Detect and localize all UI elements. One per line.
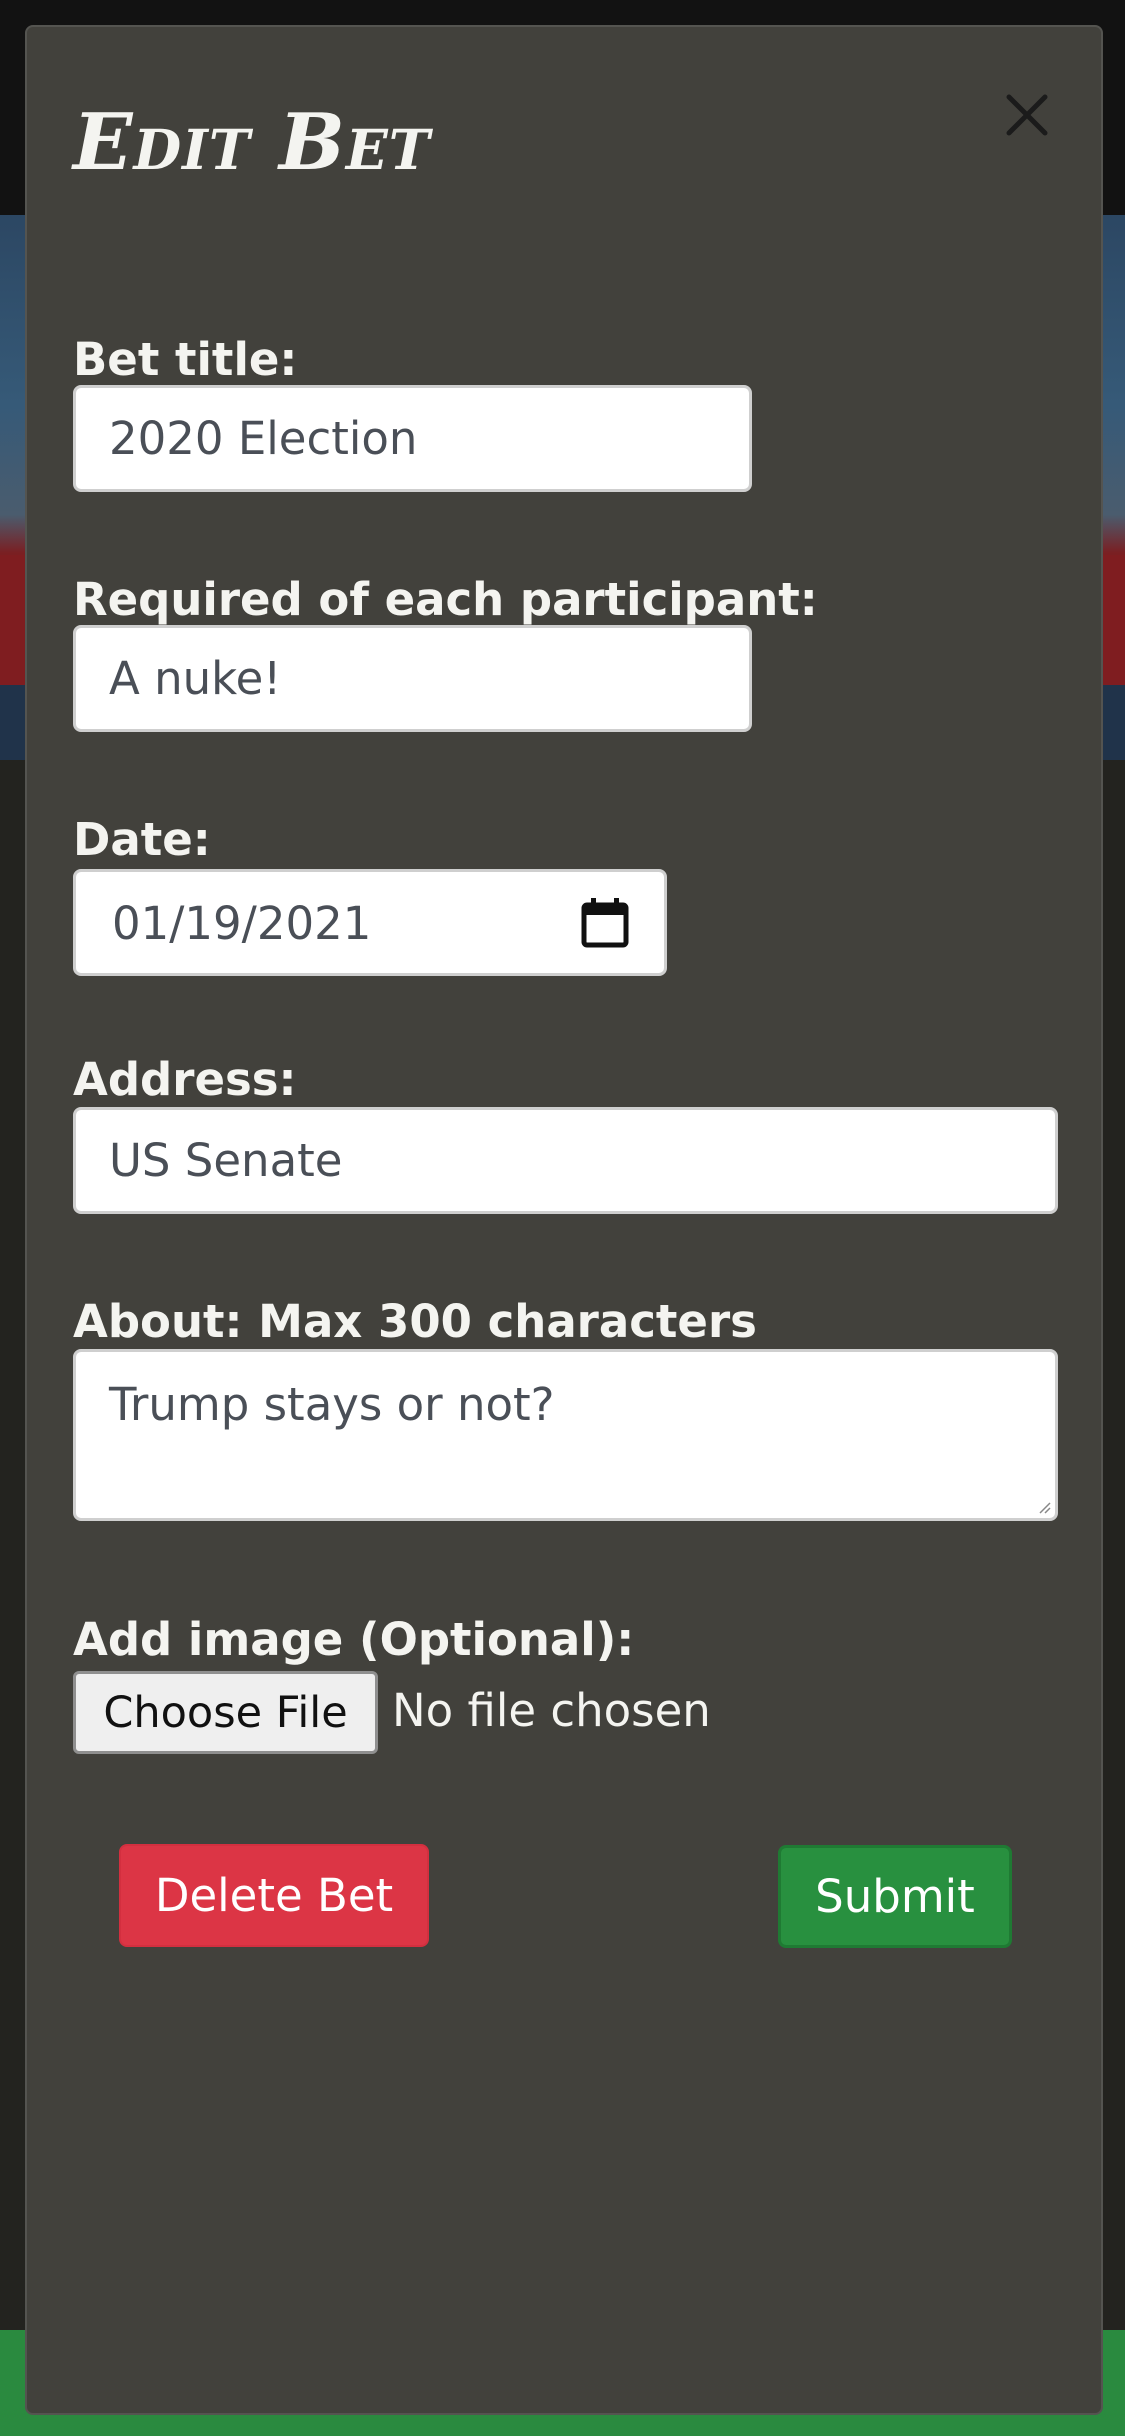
date-input[interactable]: 01/19/2021 [73,869,667,976]
address-input[interactable] [73,1107,1058,1214]
close-button[interactable] [999,87,1055,143]
choose-file-button[interactable]: Choose File [73,1671,378,1754]
address-label: Address: [73,1053,297,1106]
add-image-label: Add image (Optional): [73,1613,635,1666]
delete-bet-button[interactable]: Delete Bet [119,1844,429,1947]
date-value: 01/19/2021 [112,897,372,950]
calendar-icon[interactable] [576,894,634,952]
required-input[interactable] [73,625,752,732]
about-label: About: Max 300 characters [73,1295,757,1348]
modal-title: Edit Bet [73,97,431,188]
edit-bet-modal: Edit Bet Bet title: Required of each par… [25,25,1103,2415]
close-icon [1006,94,1048,136]
bet-title-label: Bet title: [73,333,298,386]
bet-title-input[interactable] [73,385,752,492]
resize-grip-icon[interactable] [1037,1500,1051,1514]
date-label: Date: [73,813,211,866]
submit-button[interactable]: Submit [778,1845,1012,1948]
file-status: No file chosen [392,1684,711,1737]
about-textarea[interactable]: Trump stays or not? [73,1349,1058,1521]
required-label: Required of each participant: [73,573,818,626]
about-value: Trump stays or not? [109,1378,555,1431]
